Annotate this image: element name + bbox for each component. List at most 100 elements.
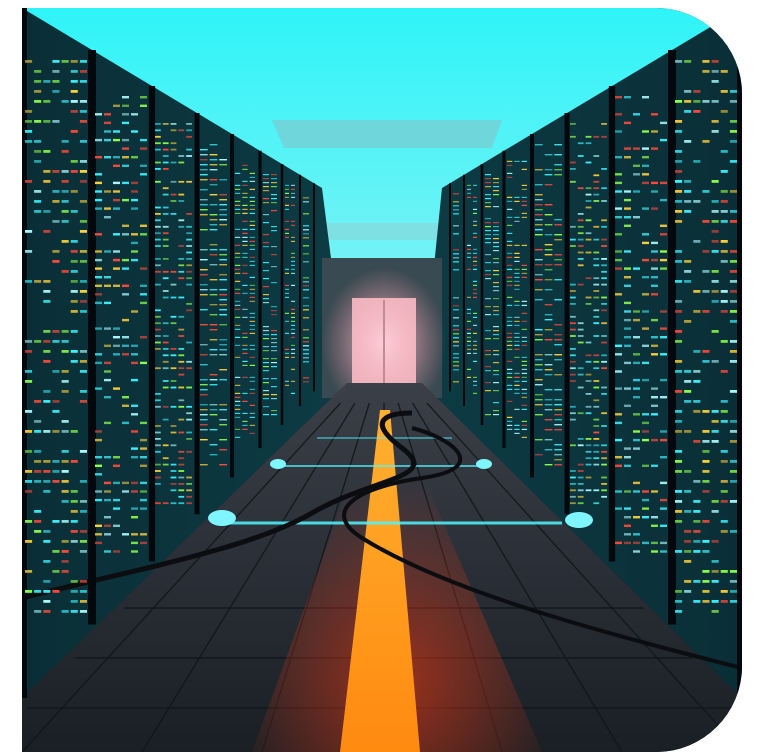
server-led xyxy=(113,507,120,510)
server-led xyxy=(651,267,658,270)
server-led xyxy=(693,500,701,503)
server-led xyxy=(660,267,667,270)
server-led xyxy=(122,224,129,227)
server-led xyxy=(514,220,520,222)
server-led xyxy=(186,341,192,344)
server-led xyxy=(624,318,631,322)
server-led xyxy=(235,324,241,326)
server-led xyxy=(615,190,622,193)
server-led xyxy=(453,317,459,319)
server-led xyxy=(601,225,607,228)
server-led xyxy=(660,250,667,253)
server-led xyxy=(514,280,520,282)
server-led xyxy=(219,274,227,276)
server-led xyxy=(122,233,129,236)
server-led xyxy=(554,454,562,456)
server-led xyxy=(601,283,607,286)
server-led xyxy=(170,200,177,202)
server-led xyxy=(577,283,584,286)
server-led xyxy=(711,420,719,423)
server-led xyxy=(675,450,683,453)
server-led xyxy=(651,490,658,493)
server-led xyxy=(485,226,491,228)
server-led xyxy=(79,370,87,373)
server-led xyxy=(729,100,737,103)
server-led xyxy=(95,361,102,365)
server-led xyxy=(70,600,78,603)
server-led xyxy=(271,342,277,344)
server-led xyxy=(453,269,459,271)
server-led xyxy=(242,376,248,378)
server-led xyxy=(729,350,737,353)
server-led xyxy=(285,384,289,386)
server-led xyxy=(453,261,459,263)
server-led xyxy=(155,135,161,138)
server-led xyxy=(140,173,147,176)
server-led xyxy=(570,245,576,247)
server-led xyxy=(493,226,499,228)
server-led xyxy=(535,334,543,336)
server-led xyxy=(79,180,87,183)
server-led xyxy=(25,280,33,283)
server-led xyxy=(170,367,177,370)
server-led xyxy=(507,332,513,334)
server-led xyxy=(200,409,208,411)
server-led xyxy=(660,430,667,433)
server-led xyxy=(263,394,269,396)
server-led xyxy=(131,378,138,382)
server-led xyxy=(170,463,177,466)
server-led xyxy=(263,326,269,328)
server-led xyxy=(131,258,138,262)
server-led xyxy=(249,296,255,298)
server-led xyxy=(720,260,728,263)
server-led xyxy=(170,502,177,505)
server-led xyxy=(544,304,553,306)
server-led xyxy=(711,410,719,413)
server-led xyxy=(577,470,584,472)
server-led xyxy=(554,299,562,301)
server-led xyxy=(122,164,129,167)
server-led xyxy=(660,198,667,202)
server-led xyxy=(113,464,120,467)
server-led xyxy=(95,430,102,433)
server-led xyxy=(162,341,169,344)
server-led xyxy=(593,258,600,260)
server-led xyxy=(162,463,169,466)
server-led xyxy=(624,156,631,159)
server-led xyxy=(219,314,227,316)
server-led xyxy=(303,201,309,203)
server-led xyxy=(514,284,520,286)
server-led xyxy=(285,284,289,286)
server-led xyxy=(554,404,562,406)
server-led xyxy=(570,180,576,183)
server-led xyxy=(131,507,138,510)
server-led xyxy=(554,419,562,421)
server-led xyxy=(79,220,87,223)
server-led xyxy=(140,224,147,227)
server-led xyxy=(263,382,269,384)
server-led xyxy=(485,202,491,204)
server-led xyxy=(170,161,177,164)
server-led xyxy=(271,334,277,336)
server-led xyxy=(615,344,622,347)
server-led xyxy=(162,322,169,325)
server-led xyxy=(624,507,631,510)
server-led xyxy=(453,209,459,211)
server-led xyxy=(285,268,289,270)
server-led xyxy=(249,284,255,286)
server-led xyxy=(521,196,527,198)
server-led xyxy=(702,470,710,473)
server-led xyxy=(34,510,42,513)
server-led xyxy=(219,219,227,221)
server-led xyxy=(651,207,658,210)
server-led xyxy=(170,348,177,350)
server-led xyxy=(485,198,491,200)
server-led xyxy=(95,156,102,159)
server-led xyxy=(291,204,295,206)
server-led xyxy=(271,246,277,248)
server-led xyxy=(178,296,185,299)
server-led xyxy=(285,184,289,186)
server-led xyxy=(570,380,576,382)
server-led xyxy=(242,252,248,254)
server-led xyxy=(186,309,192,312)
